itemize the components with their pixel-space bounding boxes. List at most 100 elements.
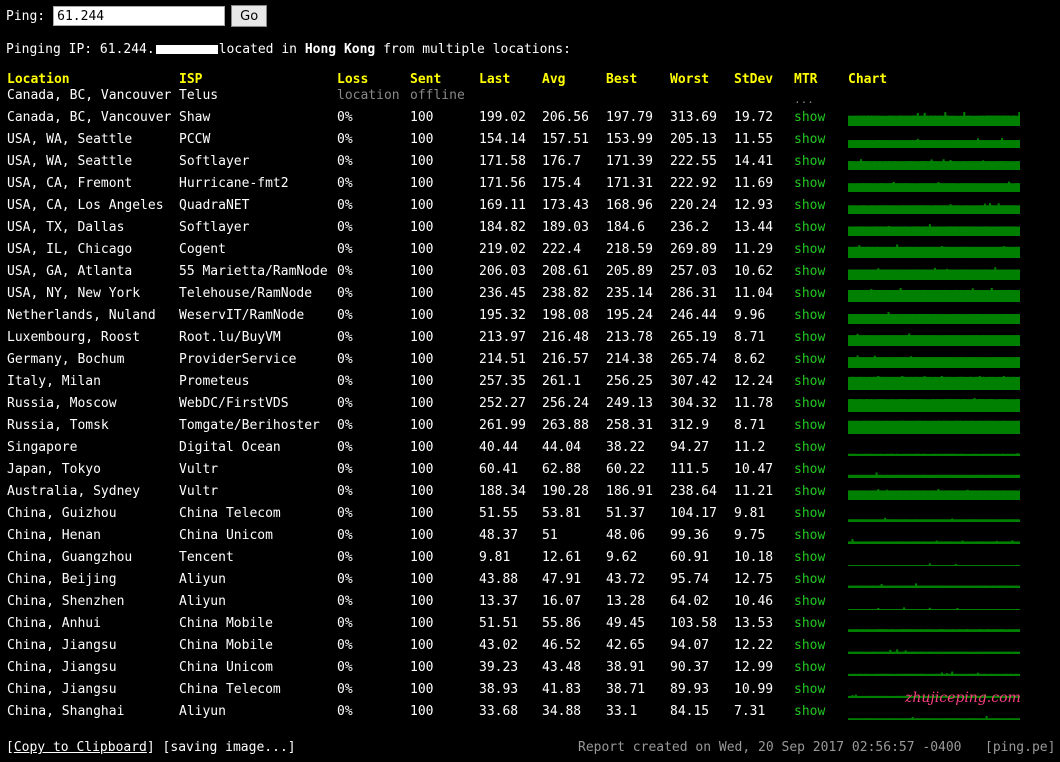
mtr-show-link[interactable]: show (794, 682, 825, 698)
chart-bar (1002, 226, 1005, 236)
mtr-show-link[interactable]: show (794, 660, 825, 676)
chart-bar (942, 718, 945, 720)
copy-to-clipboard-link[interactable]: Copy to Clipboard (14, 740, 147, 755)
mtr-show-link[interactable]: show (794, 418, 825, 434)
mtr-show-link[interactable]: show (794, 176, 825, 192)
chart-bar (903, 314, 906, 324)
chart-bar (959, 269, 962, 280)
chart-bar (923, 205, 926, 214)
chart-bar (927, 453, 930, 456)
mtr-show-link[interactable]: show (794, 220, 825, 236)
chart-bar (901, 183, 904, 192)
chart-bar (896, 695, 899, 698)
chart-bar (899, 609, 902, 610)
chart-bar (989, 290, 992, 302)
chart-bar (944, 246, 947, 258)
chart-bar (863, 673, 866, 676)
chart-bar (878, 399, 881, 412)
chart-bar (877, 629, 880, 632)
chart-bar (946, 420, 949, 434)
mtr-show-link[interactable]: show (794, 286, 825, 302)
chart-bar (983, 226, 986, 236)
cell-worst: 269.89 (670, 242, 717, 257)
chart-bar (947, 183, 950, 192)
chart-bar (911, 335, 914, 346)
chart-bar (989, 519, 992, 522)
mtr-show-link[interactable]: show (794, 110, 825, 126)
mtr-show-link[interactable]: show (794, 308, 825, 324)
cell-loss: 0% (337, 506, 353, 521)
mtr-show-link[interactable]: show (794, 484, 825, 500)
chart-bar (865, 376, 868, 390)
mtr-show-link[interactable]: show (794, 352, 825, 368)
chart-bar (853, 490, 856, 500)
chart-bar (930, 629, 933, 632)
mtr-show-link[interactable]: show (794, 330, 825, 346)
cell-stdev: 10.62 (734, 264, 774, 279)
chart-bar (921, 205, 924, 214)
chart-bar (868, 629, 871, 632)
mtr-show-link[interactable]: show (794, 462, 825, 478)
chart-bar (928, 269, 931, 280)
mtr-show-link[interactable]: show (794, 616, 825, 632)
mtr-show-link[interactable]: show (794, 242, 825, 258)
chart-bar (921, 399, 924, 412)
chart-bar (865, 289, 868, 302)
mtr-show-link[interactable]: show (794, 396, 825, 412)
chart-bar (854, 718, 857, 720)
chart-bar (909, 140, 912, 148)
chart-bar (940, 585, 943, 588)
chart-bar (973, 673, 976, 676)
chart-bar (949, 226, 952, 236)
mtr-show-link[interactable]: show (794, 374, 825, 390)
mtr-show-link[interactable]: show (794, 572, 825, 588)
mtr-show-link[interactable]: show (794, 132, 825, 148)
chart-bar (971, 205, 974, 214)
chart-bar (880, 183, 883, 192)
chart-bar (860, 673, 863, 676)
chart-bar (1006, 335, 1009, 346)
chart-bar (937, 585, 940, 588)
mtr-show-link[interactable]: show (794, 154, 825, 170)
chart-bar (863, 357, 866, 368)
chart-bar (894, 289, 897, 302)
chart-bar (987, 609, 990, 610)
cell-avg: 44.04 (542, 440, 582, 455)
chart-bar (946, 541, 949, 544)
go-button[interactable]: Go (231, 5, 268, 27)
chart-bar (935, 565, 938, 566)
chart-bar (997, 718, 1000, 720)
cell-loss: 0% (337, 264, 353, 279)
table-row: China, Jiangsu China Mobile 0% 100 43.02 46.5… (0, 638, 1060, 660)
mtr-show-link[interactable]: show (794, 528, 825, 544)
table-row: China, Anhui China Mobile 0% 100 51.51 55.86 4… (0, 616, 1060, 638)
mtr-show-link[interactable]: show (794, 550, 825, 566)
mtr-show-link[interactable]: show (794, 638, 825, 654)
ping-host-input[interactable] (53, 6, 226, 26)
chart-bar (913, 289, 916, 302)
chart-bar (1006, 565, 1009, 566)
chart-bar (918, 673, 921, 676)
chart-bar (980, 161, 983, 170)
mtr-show-link[interactable]: show (794, 264, 825, 280)
chart-bar (866, 695, 869, 698)
chart-bar (1002, 115, 1005, 126)
mtr-show-link[interactable]: show (794, 704, 825, 720)
mtr-show-link[interactable]: show (794, 506, 825, 522)
mtr-show-link[interactable]: show (794, 198, 825, 214)
chart-bar (915, 519, 918, 522)
chart-bar (952, 161, 955, 170)
chart-bar (880, 651, 883, 654)
cell-last: 13.37 (479, 594, 519, 609)
cell-last: 252.27 (479, 396, 526, 411)
chart-bar (887, 312, 890, 324)
chart-bar (971, 519, 974, 522)
mtr-show-link[interactable]: show (794, 594, 825, 610)
mtr-show-link[interactable]: show (794, 440, 825, 456)
chart-bar (949, 565, 952, 566)
cell-avg: 206.56 (542, 110, 589, 125)
chart-bar (861, 519, 864, 522)
chart-bar (973, 398, 976, 412)
chart-bar (951, 140, 954, 148)
chart-bar (992, 490, 995, 500)
